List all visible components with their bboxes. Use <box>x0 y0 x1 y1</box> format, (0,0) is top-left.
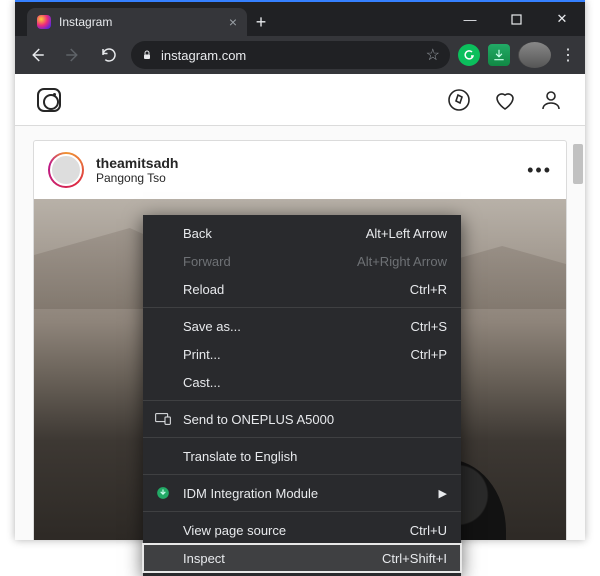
context-menu-item-cast[interactable]: Cast... <box>143 368 461 396</box>
submenu-arrow-icon: ▶ <box>439 487 447 500</box>
profile-avatar[interactable] <box>518 42 551 68</box>
window-controls: — ✕ <box>447 2 585 36</box>
instagram-favicon-icon <box>37 15 51 29</box>
context-menu-item-inspect[interactable]: Inspect Ctrl+Shift+I <box>143 544 461 572</box>
context-menu-label: IDM Integration Module <box>183 486 318 501</box>
activity-heart-icon[interactable] <box>493 88 517 112</box>
context-menu-shortcut: Ctrl+S <box>411 319 447 334</box>
context-menu-label: View page source <box>183 523 286 538</box>
context-menu-label: Forward <box>183 254 231 269</box>
context-menu-item-back[interactable]: Back Alt+Left Arrow <box>143 219 461 247</box>
minimize-button[interactable]: — <box>447 2 493 36</box>
context-menu-label: Translate to English <box>183 449 297 464</box>
context-menu-shortcut: Ctrl+Shift+I <box>382 551 447 566</box>
url-text: instagram.com <box>161 48 246 63</box>
context-menu-item-save-as[interactable]: Save as... Ctrl+S <box>143 312 461 340</box>
context-menu-separator <box>143 307 461 308</box>
context-menu-label: Save as... <box>183 319 241 334</box>
lock-icon <box>141 49 153 61</box>
browser-toolbar: instagram.com ☆ ⋮ <box>15 36 585 74</box>
grammarly-extension-icon[interactable] <box>458 44 480 66</box>
context-menu-shortcut: Alt+Left Arrow <box>366 226 447 241</box>
context-menu-label: Send to ONEPLUS A5000 <box>183 412 334 427</box>
context-menu: Back Alt+Left Arrow Forward Alt+Right Arrow… <box>143 215 461 576</box>
title-bar: Instagram × + — ✕ <box>15 2 585 36</box>
author-username[interactable]: theamitsadh <box>96 155 178 171</box>
forward-button[interactable] <box>59 41 87 69</box>
browser-window: Instagram × + — ✕ instagram.com ☆ <box>15 0 585 540</box>
context-menu-separator <box>143 437 461 438</box>
explore-icon[interactable] <box>447 88 471 112</box>
profile-icon[interactable] <box>539 88 563 112</box>
address-bar[interactable]: instagram.com ☆ <box>131 41 450 69</box>
idm-extension-icon[interactable] <box>488 44 510 66</box>
maximize-icon <box>511 14 522 25</box>
context-menu-separator <box>143 474 461 475</box>
post-more-button[interactable]: ••• <box>527 160 552 181</box>
reload-button[interactable] <box>95 41 123 69</box>
post-location[interactable]: Pangong Tso <box>96 171 178 185</box>
device-icon <box>155 411 171 427</box>
tab-title: Instagram <box>59 15 112 29</box>
bookmark-star-icon[interactable]: ☆ <box>426 45 440 65</box>
context-menu-item-print[interactable]: Print... Ctrl+P <box>143 340 461 368</box>
context-menu-item-forward: Forward Alt+Right Arrow <box>143 247 461 275</box>
context-menu-shortcut: Ctrl+P <box>411 347 447 362</box>
context-menu-label: Inspect <box>183 551 225 566</box>
context-menu-item-reload[interactable]: Reload Ctrl+R <box>143 275 461 303</box>
context-menu-separator <box>143 511 461 512</box>
new-tab-button[interactable]: + <box>247 8 275 36</box>
context-menu-label: Cast... <box>183 375 221 390</box>
idm-icon <box>155 485 171 501</box>
post-header: theamitsadh Pangong Tso ••• <box>34 141 566 199</box>
reload-icon <box>100 46 118 64</box>
close-window-button[interactable]: ✕ <box>539 2 585 36</box>
tab-close-icon[interactable]: × <box>229 14 237 30</box>
author-avatar[interactable] <box>48 152 84 188</box>
context-menu-item-translate-to-english[interactable]: Translate to English <box>143 442 461 470</box>
context-menu-item-send-to-oneplus-a5000[interactable]: Send to ONEPLUS A5000 <box>143 405 461 433</box>
back-button[interactable] <box>23 41 51 69</box>
maximize-button[interactable] <box>493 2 539 36</box>
arrow-right-icon <box>64 46 82 64</box>
context-menu-shortcut: Ctrl+U <box>410 523 447 538</box>
context-menu-shortcut: Alt+Right Arrow <box>357 254 447 269</box>
browser-menu-button[interactable]: ⋮ <box>559 45 577 65</box>
instagram-header <box>15 74 585 126</box>
instagram-logo-icon[interactable] <box>37 88 61 112</box>
page-scrollbar[interactable] <box>573 144 583 184</box>
arrow-left-icon <box>28 46 46 64</box>
context-menu-label: Back <box>183 226 212 241</box>
browser-tab[interactable]: Instagram × <box>27 8 247 36</box>
context-menu-label: Reload <box>183 282 224 297</box>
context-menu-label: Print... <box>183 347 221 362</box>
context-menu-separator <box>143 400 461 401</box>
context-menu-item-idm-integration-module[interactable]: IDM Integration Module ▶ <box>143 479 461 507</box>
context-menu-shortcut: Ctrl+R <box>410 282 447 297</box>
